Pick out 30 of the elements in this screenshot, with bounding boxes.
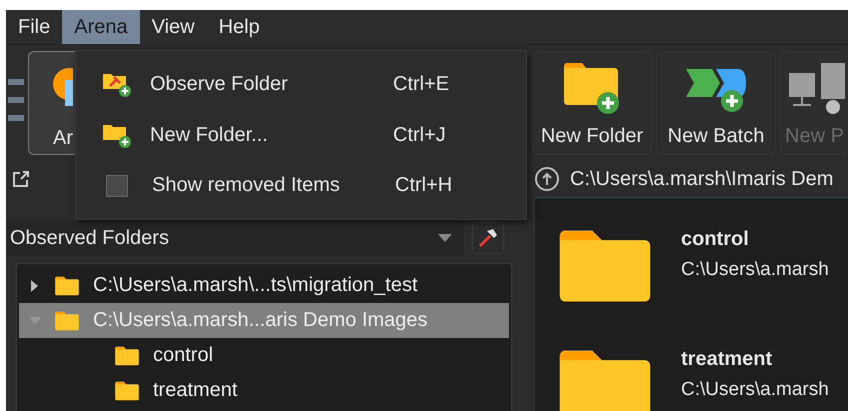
menu-item[interactable]: Help bbox=[206, 10, 272, 44]
folder-icon bbox=[53, 310, 81, 332]
toolbar-button[interactable]: New Folder bbox=[532, 51, 652, 155]
folder-dropdown[interactable]: Observed Folders bbox=[6, 220, 464, 256]
tree-row[interactable]: treatment bbox=[19, 373, 509, 408]
folder-icon bbox=[113, 380, 141, 402]
folder-name: treatment bbox=[681, 348, 774, 371]
folder-path: C:\Users\a.marsh bbox=[681, 259, 829, 281]
external-link-icon[interactable] bbox=[12, 170, 30, 188]
menu-entry[interactable]: New Folder... Ctrl+J bbox=[76, 110, 526, 160]
dropdown-arrow-icon bbox=[438, 234, 452, 242]
folder-icon bbox=[53, 274, 81, 296]
menu-item[interactable]: Arena bbox=[62, 10, 140, 44]
folder-icon bbox=[113, 344, 141, 366]
folder-plus-icon bbox=[562, 61, 622, 115]
menu-entry[interactable]: Show removed Items Ctrl+H bbox=[76, 160, 526, 212]
menu-item[interactable]: View bbox=[140, 10, 207, 44]
folder-path: C:\Users\a.marsh bbox=[681, 379, 829, 401]
menu-item[interactable]: File bbox=[6, 10, 62, 44]
menu-entry[interactable]: Observe Folder Ctrl+E bbox=[76, 59, 526, 110]
toolbar-button[interactable]: New Batch bbox=[656, 51, 776, 155]
checkbox[interactable] bbox=[106, 174, 128, 197]
folder-name: control bbox=[681, 228, 750, 251]
tools-button[interactable] bbox=[472, 222, 504, 254]
button-label: Ar bbox=[53, 127, 73, 150]
tree-row[interactable]: C:\Users\a.marsh\...ts\migration_test bbox=[19, 268, 509, 303]
tree-row[interactable]: control bbox=[19, 338, 509, 373]
path-text: C:\Users\a.marsh\Imaris Dem bbox=[570, 168, 834, 190]
hammer-icon bbox=[477, 227, 499, 249]
toolbar-button[interactable]: Ar bbox=[28, 51, 75, 155]
